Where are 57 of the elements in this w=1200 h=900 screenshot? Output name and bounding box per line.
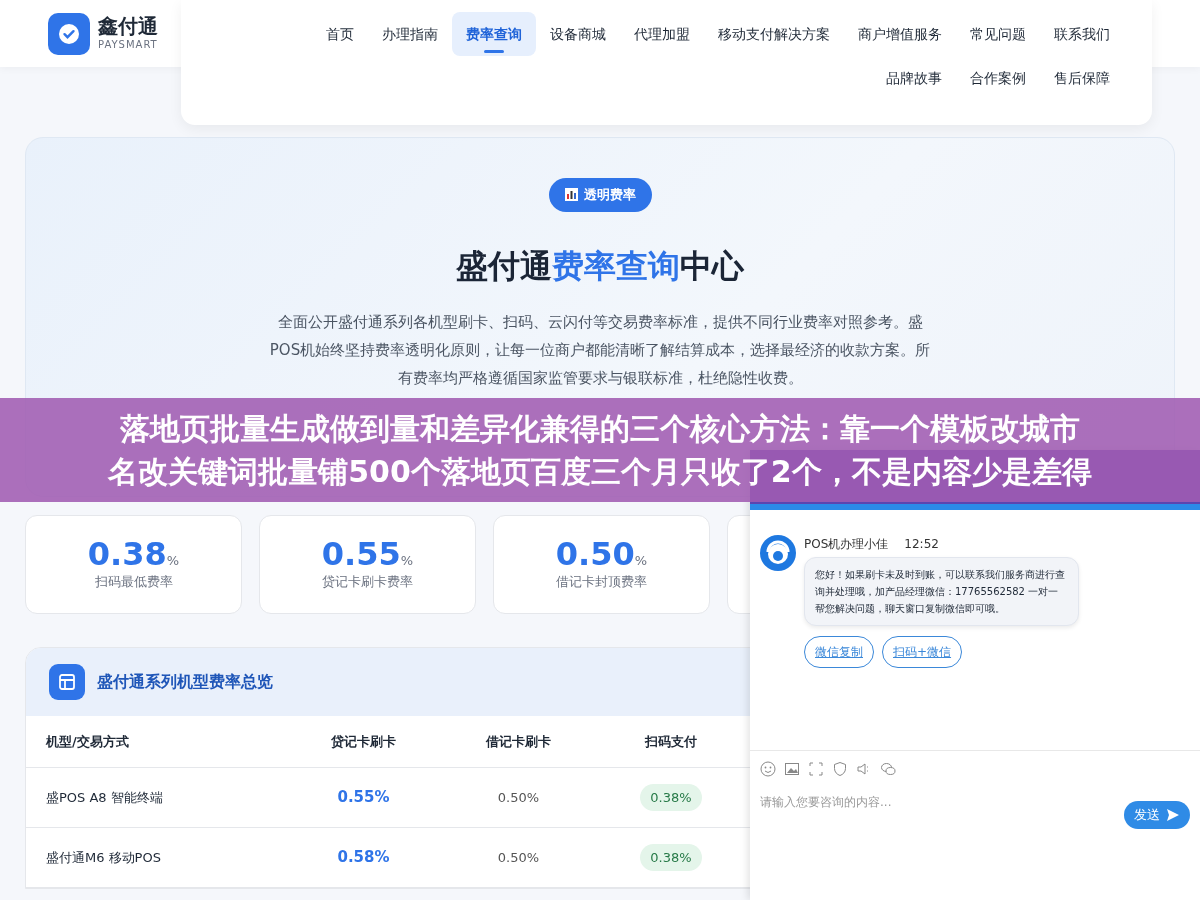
- rate-tag: 0.38%: [640, 843, 702, 871]
- stat-value: 0.55: [321, 535, 401, 574]
- nav-link[interactable]: 商户增值服务: [844, 12, 956, 56]
- nav-link[interactable]: 办理指南: [368, 12, 452, 56]
- nav-link[interactable]: 品牌故事: [872, 56, 956, 100]
- stat-value: 0.50: [555, 535, 635, 574]
- stat-unit: %: [634, 553, 648, 569]
- nav-link[interactable]: 费率查询: [452, 12, 536, 56]
- banner-text: 落地页批量生成做到量和差异化兼得的三个核心方法：靠一个模板改城市: [120, 410, 1080, 448]
- brand-name: 鑫付通: [98, 15, 158, 37]
- column-header: 扫码支付: [643, 732, 698, 751]
- table-title: 盛付通系列机型费率总览: [97, 671, 273, 693]
- chat-message: 您好！如果刷卡未及时到账，可以联系我们服务商进行查询并处理哦，加产品经理微信：17765562582 一对一帮您解决问题，聊天窗口复制微信即可哦。: [804, 557, 1079, 626]
- shield-icon[interactable]: [832, 761, 848, 777]
- stat-unit: %: [400, 553, 414, 569]
- nav-link[interactable]: 代理加盟: [620, 12, 704, 56]
- column-header: 贷记卡刷卡: [330, 732, 397, 751]
- emoji-icon[interactable]: [760, 761, 776, 777]
- agent-name: POS机办理小佳: [804, 536, 889, 553]
- hero-description: 全面公开盛付通系列各机型刷卡、扫码、云闪付等交易费率标准，提供不同行业费率对照参考。盛POS机始终坚持费率透明化原则，让每一位商户都能清晰了解结算成本，选择最经济的收款方案。所有费率均严格遵循国家监管要求与银联标准，杜绝隐性收费。: [268, 311, 932, 389]
- column-header: 机型/交易方式: [44, 732, 130, 751]
- stat-label: 贷记卡刷卡费率: [322, 573, 413, 592]
- table-cell-text: 盛付通M6 移动POS: [45, 848, 162, 867]
- send-icon: [1166, 807, 1180, 822]
- nav-link[interactable]: 设备商城: [536, 12, 620, 56]
- nav-link[interactable]: 售后保障: [1040, 56, 1124, 100]
- nav-link[interactable]: 常见问题: [956, 12, 1040, 56]
- nav-link[interactable]: 移动支付解决方案: [704, 12, 844, 56]
- stat-unit: %: [166, 553, 180, 569]
- quick-reply-button[interactable]: 扫码+微信: [882, 636, 963, 668]
- rate-tag: 0.38%: [640, 783, 702, 811]
- message-time: 12:52: [904, 536, 939, 553]
- stat-label: 扫码最低费率: [94, 573, 173, 592]
- quick-reply-button[interactable]: 微信复制: [804, 636, 874, 668]
- nav-link[interactable]: 联系我们: [1040, 12, 1124, 56]
- hero-badge: 透明费率: [548, 178, 652, 212]
- column-header: 借记卡刷卡: [484, 732, 552, 751]
- brand-tagline: PAYSMART: [98, 38, 158, 52]
- image-icon[interactable]: [784, 761, 800, 777]
- table-cell-text: 盛POS A8 智能终端: [45, 788, 164, 807]
- table-cell-text: 0.58%: [336, 847, 391, 869]
- table-cell-text: 0.50%: [496, 788, 541, 807]
- stat-label: 借记卡封顶费率: [556, 573, 647, 592]
- table-cell-text: 0.55%: [336, 787, 391, 809]
- table-icon: [49, 664, 85, 700]
- wechat-icon[interactable]: [880, 761, 896, 777]
- nav-link[interactable]: 首页: [312, 12, 368, 56]
- stat-value: 0.38: [87, 535, 167, 574]
- chart-icon: [564, 188, 578, 202]
- logo-icon: [48, 12, 90, 55]
- banner-text: 名改关键词批量铺500个落地页百度三个月只收了2个，不是内容少是差得: [108, 453, 1092, 491]
- send-button[interactable]: 发送: [1124, 801, 1190, 829]
- avatar-icon: [760, 535, 796, 571]
- fullscreen-icon[interactable]: [808, 761, 824, 777]
- hero-title: 盛付通费率查询中心: [456, 245, 744, 287]
- table-cell-text: 0.50%: [496, 848, 541, 867]
- nav-link[interactable]: 合作案例: [956, 56, 1040, 100]
